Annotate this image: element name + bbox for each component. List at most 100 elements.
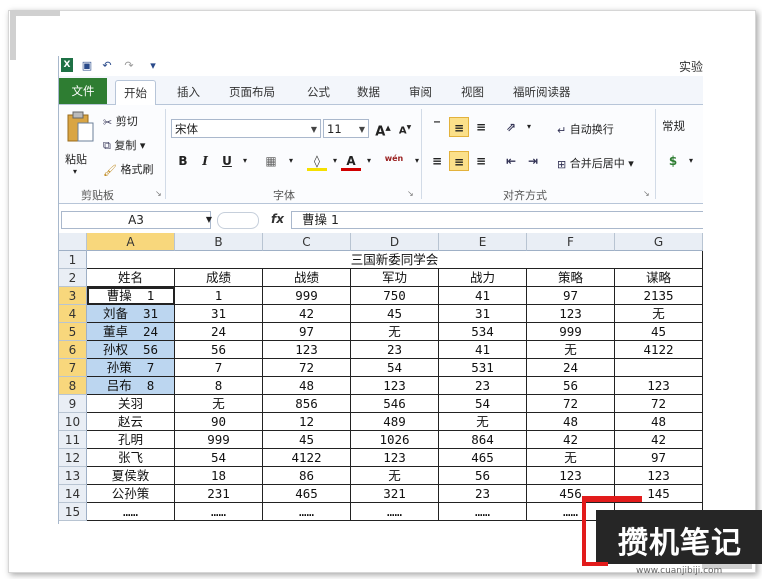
cell-B13[interactable]: 18 <box>175 467 263 485</box>
align-middle-icon[interactable]: ≡ <box>449 117 469 137</box>
align-center-icon[interactable]: ≡ <box>449 151 469 171</box>
orientation-icon[interactable]: ⇗ <box>501 117 521 137</box>
cell-B10[interactable]: 90 <box>175 413 263 431</box>
accounting-dropdown-icon[interactable]: ▾ <box>681 151 701 171</box>
cell-E3[interactable]: 41 <box>439 287 527 305</box>
tab-data[interactable]: 数据 <box>349 80 388 104</box>
cell-D14[interactable]: 321 <box>351 485 439 503</box>
cell-G12[interactable]: 97 <box>615 449 703 467</box>
cell-B2[interactable]: 成绩 <box>175 269 263 287</box>
column-header[interactable]: B <box>175 233 263 251</box>
cell-C11[interactable]: 45 <box>263 431 351 449</box>
cell-B11[interactable]: 999 <box>175 431 263 449</box>
cell-A3[interactable]: 曹操 1 <box>87 287 175 305</box>
cell-E13[interactable]: 56 <box>439 467 527 485</box>
cell-D8[interactable]: 123 <box>351 377 439 395</box>
cell-G4[interactable]: 无 <box>615 305 703 323</box>
cell-B14[interactable]: 231 <box>175 485 263 503</box>
cell-F3[interactable]: 97 <box>527 287 615 305</box>
cell-B8[interactable]: 8 <box>175 377 263 395</box>
cell-G6[interactable]: 4122 <box>615 341 703 359</box>
font-color-dropdown-icon[interactable]: ▾ <box>359 151 379 171</box>
cell-A6[interactable]: 孙权 56 <box>87 341 175 359</box>
cell-G13[interactable]: 123 <box>615 467 703 485</box>
align-right-icon[interactable]: ≡ <box>471 151 491 171</box>
cell-B7[interactable]: 7 <box>175 359 263 377</box>
cell-A5[interactable]: 董卓 24 <box>87 323 175 341</box>
align-left-icon[interactable]: ≡ <box>427 151 447 171</box>
cell-B4[interactable]: 31 <box>175 305 263 323</box>
fill-color-icon[interactable]: ◊ <box>307 151 327 171</box>
shrink-font-icon[interactable]: A▼ <box>395 118 415 138</box>
cell-D6[interactable]: 23 <box>351 341 439 359</box>
column-header[interactable]: E <box>439 233 527 251</box>
align-bottom-icon[interactable]: ≡ <box>471 117 491 137</box>
cell-B5[interactable]: 24 <box>175 323 263 341</box>
cell-C7[interactable]: 72 <box>263 359 351 377</box>
row-header[interactable]: 1 <box>59 251 87 269</box>
cell-G10[interactable]: 48 <box>615 413 703 431</box>
cell-D15[interactable]: …… <box>351 503 439 521</box>
cell-G11[interactable]: 42 <box>615 431 703 449</box>
name-box[interactable]: A3 <box>61 211 211 229</box>
column-header[interactable]: D <box>351 233 439 251</box>
paste-button[interactable]: 粘贴 <box>65 151 87 167</box>
cell-E14[interactable]: 23 <box>439 485 527 503</box>
wrap-text-button[interactable]: ↵ 自动换行 <box>557 121 614 137</box>
column-header[interactable]: C <box>263 233 351 251</box>
cell-D7[interactable]: 54 <box>351 359 439 377</box>
cell-E2[interactable]: 战力 <box>439 269 527 287</box>
cell-F11[interactable]: 42 <box>527 431 615 449</box>
font-color-icon[interactable]: A <box>341 151 361 171</box>
cell-F2[interactable]: 策略 <box>527 269 615 287</box>
cell-E7[interactable]: 531 <box>439 359 527 377</box>
cell-D5[interactable]: 无 <box>351 323 439 341</box>
row-header[interactable]: 14 <box>59 485 87 503</box>
cell-F5[interactable]: 999 <box>527 323 615 341</box>
font-dialog-launcher-icon[interactable]: ↘ <box>407 189 414 198</box>
cell-B12[interactable]: 54 <box>175 449 263 467</box>
merge-center-button[interactable]: ⊞ 合并后居中 ▾ <box>557 155 634 171</box>
cell-G8[interactable]: 123 <box>615 377 703 395</box>
clipboard-dialog-launcher-icon[interactable]: ↘ <box>155 189 162 198</box>
alignment-dialog-launcher-icon[interactable]: ↘ <box>643 189 650 198</box>
cell-D3[interactable]: 750 <box>351 287 439 305</box>
underline-dropdown-icon[interactable]: ▾ <box>235 151 255 171</box>
cell-G2[interactable]: 谋略 <box>615 269 703 287</box>
cell-C15[interactable]: …… <box>263 503 351 521</box>
copy-button[interactable]: ⧉ 复制 ▾ <box>103 137 145 153</box>
row-header[interactable]: 4 <box>59 305 87 323</box>
cell-A12[interactable]: 张飞 <box>87 449 175 467</box>
phonetic-guide-icon[interactable]: wén <box>381 149 407 169</box>
cell-F8[interactable]: 56 <box>527 377 615 395</box>
cell-D11[interactable]: 1026 <box>351 431 439 449</box>
cell-D9[interactable]: 546 <box>351 395 439 413</box>
paste-dropdown-icon[interactable]: ▾ <box>73 167 77 176</box>
cell-F4[interactable]: 123 <box>527 305 615 323</box>
cell-D2[interactable]: 军功 <box>351 269 439 287</box>
cell-E15[interactable]: …… <box>439 503 527 521</box>
row-header[interactable]: 10 <box>59 413 87 431</box>
row-header[interactable]: 9 <box>59 395 87 413</box>
font-name-select[interactable]: 宋体 ▼ <box>171 119 321 138</box>
insert-function-icon[interactable]: fx <box>271 212 284 226</box>
cell-C12[interactable]: 4122 <box>263 449 351 467</box>
undo-icon[interactable]: ↶ <box>99 58 115 73</box>
cell-E6[interactable]: 41 <box>439 341 527 359</box>
borders-icon[interactable]: ▦ <box>261 151 281 171</box>
cell-A4[interactable]: 刘备 31 <box>87 305 175 323</box>
tab-page-layout[interactable]: 页面布局 <box>221 80 283 104</box>
paste-icon[interactable] <box>65 111 97 145</box>
cell-A7[interactable]: 孙策 7 <box>87 359 175 377</box>
merged-title-cell[interactable]: 三国新委同学会 <box>87 251 703 269</box>
grow-font-icon[interactable]: A▲ <box>373 118 393 139</box>
cell-E5[interactable]: 534 <box>439 323 527 341</box>
cell-D10[interactable]: 489 <box>351 413 439 431</box>
cell-A14[interactable]: 公孙策 <box>87 485 175 503</box>
tab-review[interactable]: 审阅 <box>401 80 440 104</box>
increase-indent-icon[interactable]: ⇥ <box>523 151 543 171</box>
cell-B15[interactable]: …… <box>175 503 263 521</box>
formula-bar-resize-handle[interactable] <box>217 212 259 229</box>
customize-quick-access-icon[interactable]: ▾ <box>145 58 161 73</box>
bold-button[interactable]: B <box>173 151 193 171</box>
